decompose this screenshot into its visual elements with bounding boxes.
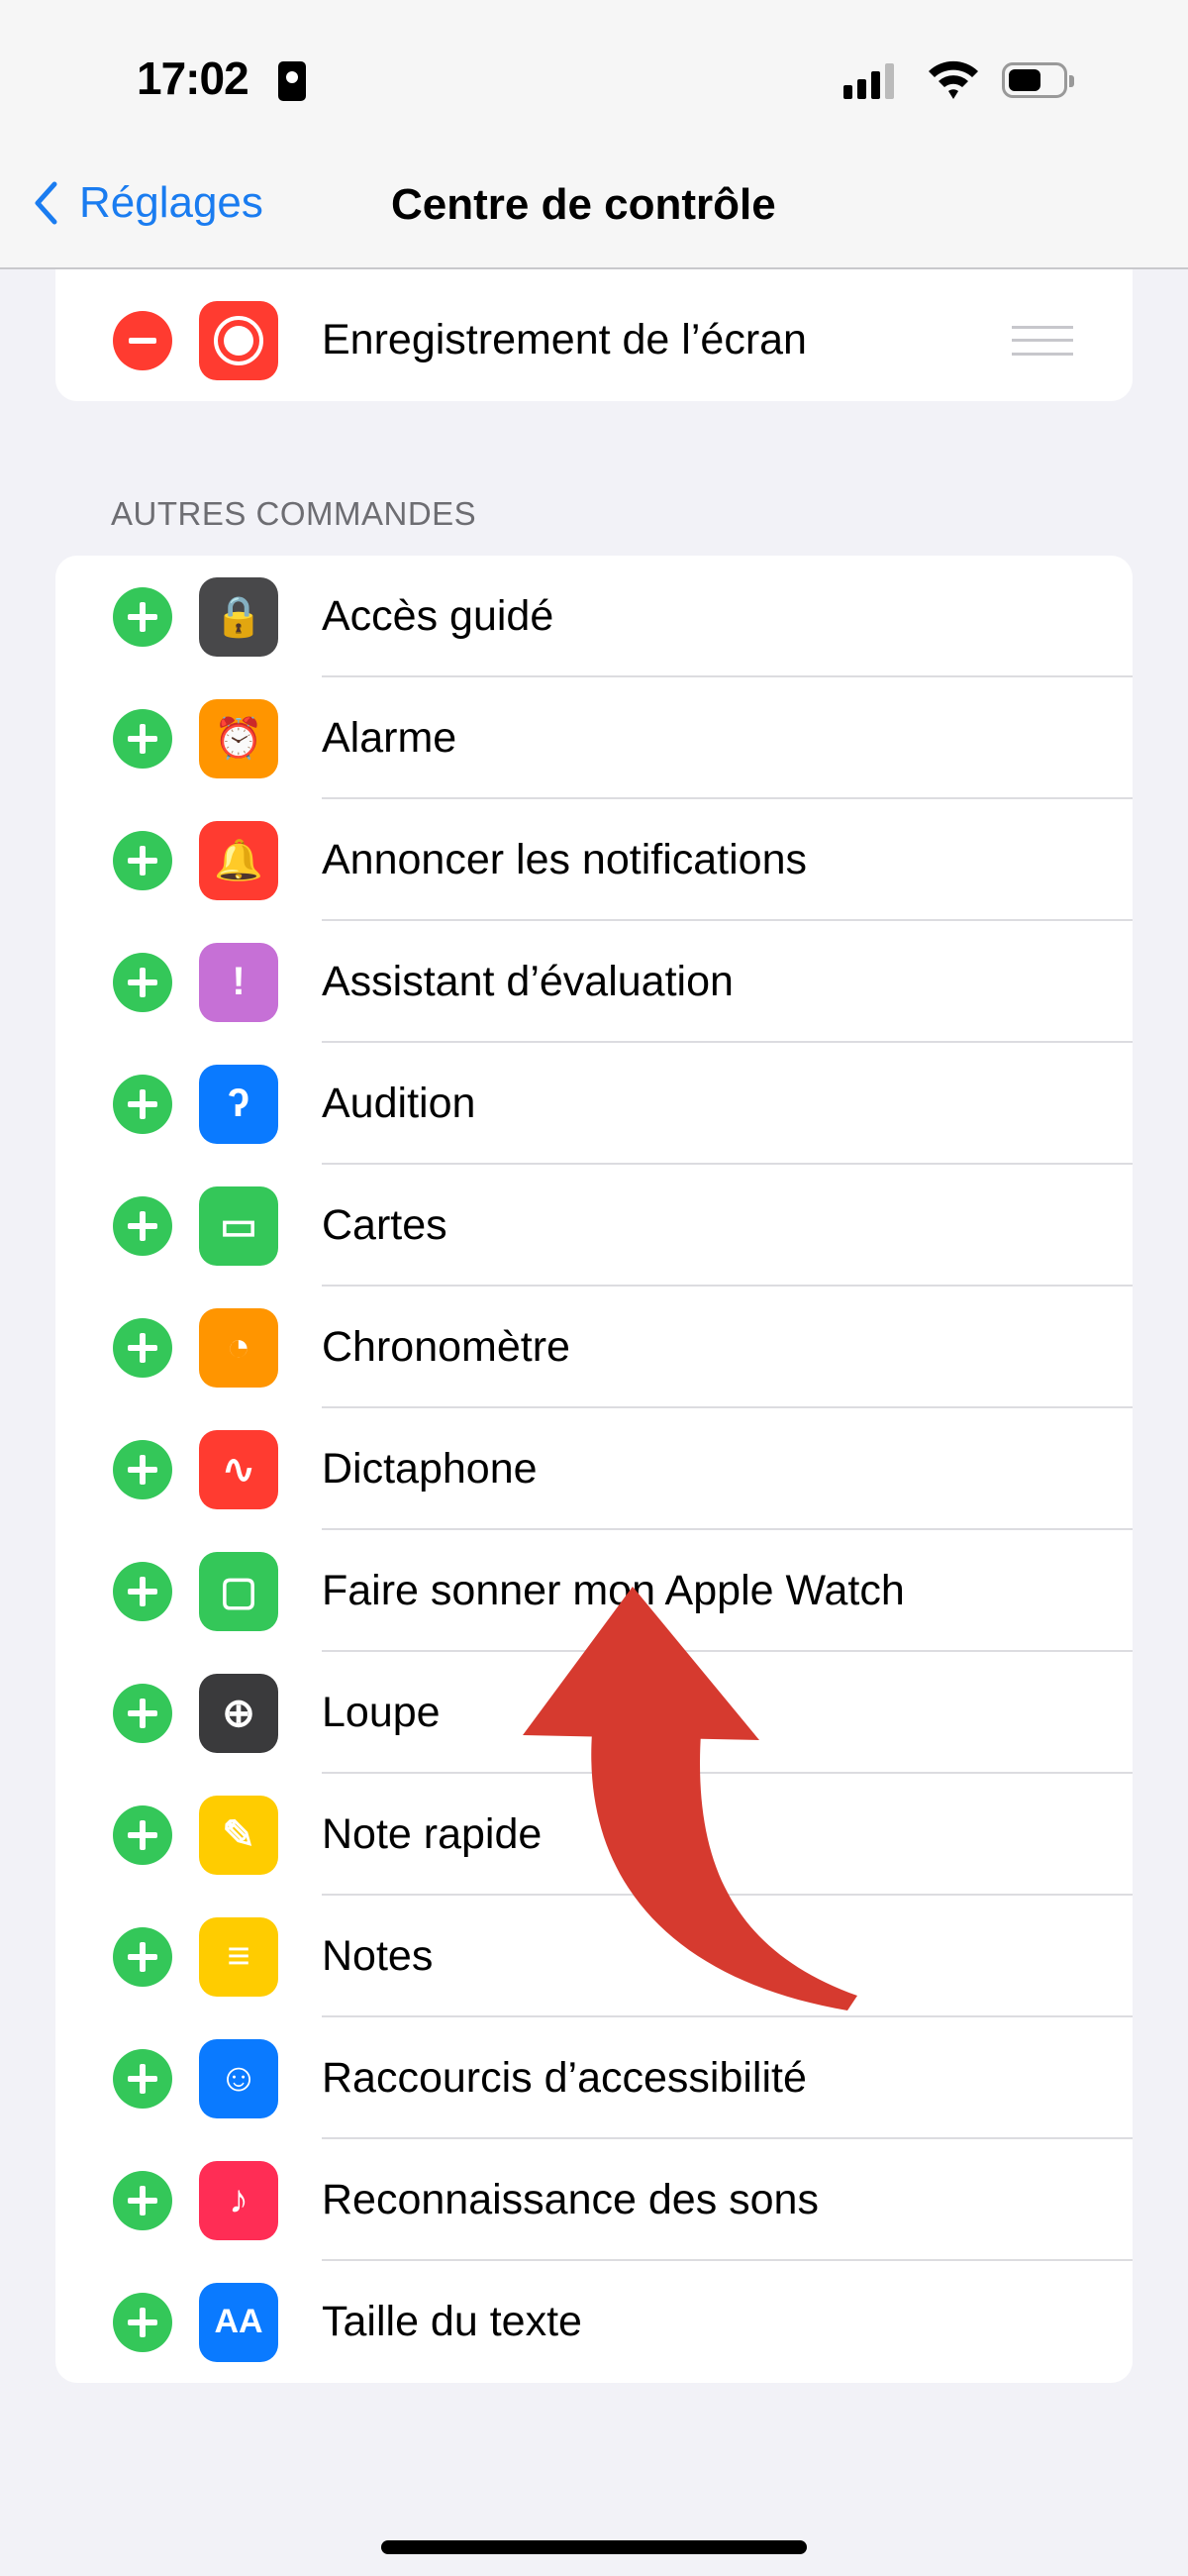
included-controls-card: Enregistrement de l’écran [55,248,1133,401]
item-label: Alarme [322,714,457,762]
more-controls-card: 🔒 Accès guidé ⏰ Alarme 🔔 Annoncer les no… [55,556,1133,2383]
guided-access-lock-icon: 🔒 [199,576,278,657]
list-item: ✎ Note rapide [55,1774,1133,1896]
list-item: ≡ Notes [55,1896,1133,2017]
add-button[interactable] [113,1561,172,1621]
add-button[interactable] [113,1074,172,1134]
cellular-signal-icon [843,63,894,99]
add-button[interactable] [113,1683,172,1743]
reorder-handle-icon[interactable] [1012,325,1073,356]
accessibility-icon: ☺ [199,2038,278,2118]
list-item: ☺ Raccourcis d’accessibilité [55,2017,1133,2139]
text-size-icon: AA [199,2282,278,2362]
item-label: Taille du texte [322,2298,582,2345]
chevron-left-icon [35,181,57,225]
announce-bell-icon: 🔔 [199,820,278,900]
item-label: Loupe [322,1689,441,1736]
quick-note-icon: ✎ [199,1795,278,1875]
list-item: ▢ Faire sonner mon Apple Watch [55,1530,1133,1652]
list-item: ⏰ Alarme [55,677,1133,799]
list-item: ♪ Reconnaissance des sons [55,2139,1133,2261]
list-item: ∿ Dictaphone [55,1408,1133,1530]
item-label: Chronomètre [322,1323,570,1371]
wallet-icon: ▭ [199,1185,278,1266]
add-button[interactable] [113,1195,172,1256]
item-label: Dictaphone [322,1445,538,1493]
back-label: Réglages [79,178,263,227]
add-button[interactable] [113,1804,172,1865]
stopwatch-icon: ◔ [199,1307,278,1388]
remove-button[interactable] [113,310,172,370]
header: 17:02 Réglages Centre de contrôle [0,0,1188,269]
item-label: Notes [322,1932,434,1980]
item-label: Enregistrement de l’écran [322,316,807,363]
add-button[interactable] [113,952,172,1012]
item-label: Faire sonner mon Apple Watch [322,1567,905,1614]
add-button[interactable] [113,1926,172,1987]
page-title: Centre de contrôle [391,180,776,229]
list-item: AA Taille du texte [55,2261,1133,2383]
add-button[interactable] [113,2170,172,2230]
sound-recognition-icon: ♪ [199,2160,278,2240]
home-indicator[interactable] [381,2540,807,2554]
item-label: Note rapide [322,1810,543,1858]
alarm-clock-icon: ⏰ [199,698,278,778]
item-label: Assistant d’évaluation [322,958,734,1005]
item-label: Cartes [322,1201,447,1249]
list-item: 🔒 Accès guidé [55,556,1133,677]
ping-watch-icon: ▢ [199,1551,278,1631]
waveform-icon: ∿ [199,1429,278,1509]
feedback-bubble-icon: ! [199,942,278,1022]
notes-icon: ≡ [199,1916,278,1997]
list-item: 🔔 Annoncer les notifications [55,799,1133,921]
contact-card-icon [278,61,306,101]
add-button[interactable] [113,830,172,890]
item-label: Raccourcis d’accessibilité [322,2054,807,2102]
magnifier-icon: ⊕ [199,1673,278,1753]
add-button[interactable] [113,708,172,769]
item-label: Annoncer les notifications [322,836,808,883]
list-item: ʔ Audition [55,1043,1133,1165]
wifi-icon [929,60,978,99]
add-button[interactable] [113,1439,172,1499]
add-button[interactable] [113,1317,172,1378]
status-time: 17:02 [137,52,249,104]
list-item: ▭ Cartes [55,1165,1133,1287]
screen-recording-icon [199,300,278,380]
list-item: Enregistrement de l’écran [55,248,1133,401]
item-label: Accès guidé [322,592,554,640]
add-button[interactable] [113,2048,172,2109]
item-label: Audition [322,1080,476,1127]
battery-icon [1002,62,1074,98]
list-item: ◔ Chronomètre [55,1287,1133,1408]
add-button[interactable] [113,586,172,647]
ear-icon: ʔ [199,1064,278,1144]
list-item: ⊕ Loupe [55,1652,1133,1774]
add-button[interactable] [113,2292,172,2352]
back-button[interactable]: Réglages [34,178,263,228]
list-item: ! Assistant d’évaluation [55,921,1133,1043]
item-label: Reconnaissance des sons [322,2176,819,2223]
section-header: AUTRES COMMANDES [111,495,477,532]
